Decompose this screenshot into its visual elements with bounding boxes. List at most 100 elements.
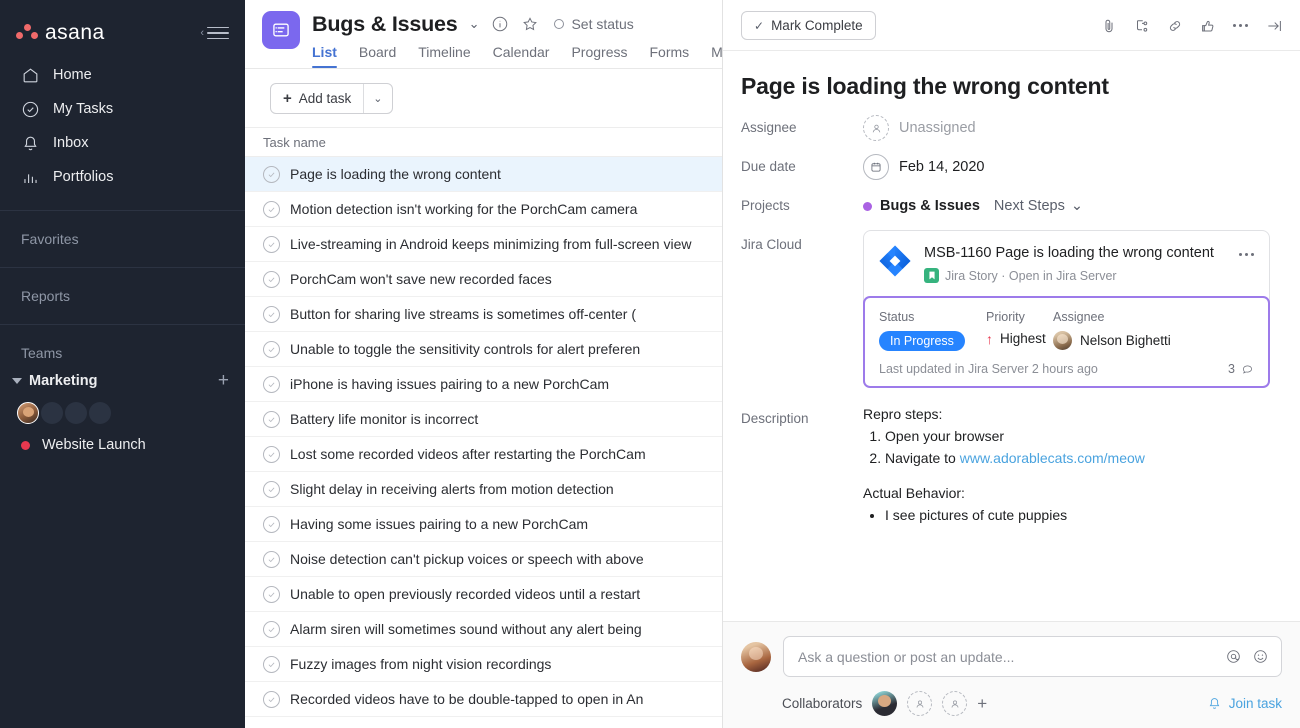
avatar[interactable]: [89, 402, 111, 424]
divider: [0, 324, 245, 325]
jira-issue-type[interactable]: Jira Story · Open in Jira Server: [945, 269, 1117, 283]
complete-checkbox[interactable]: [263, 201, 280, 218]
tab-forms[interactable]: Forms: [650, 44, 690, 68]
description-link[interactable]: www.adorablecats.com/meow: [960, 450, 1145, 466]
sidebar-item-my-tasks[interactable]: My Tasks: [0, 92, 245, 126]
avatar[interactable]: [65, 402, 87, 424]
sidebar-project-website-launch[interactable]: Website Launch: [0, 430, 245, 460]
avatar-placeholder-icon[interactable]: [942, 691, 967, 716]
jira-card-menu-icon[interactable]: [1236, 244, 1257, 265]
complete-checkbox[interactable]: [263, 341, 280, 358]
complete-checkbox[interactable]: [263, 621, 280, 638]
complete-checkbox[interactable]: [263, 551, 280, 568]
title-row: Bugs & Issues ⌄ Set status: [312, 11, 755, 37]
chevron-down-icon[interactable]: [12, 378, 22, 384]
team-name: Marketing: [29, 373, 98, 389]
field-due-date: Due date Feb 14, 2020: [723, 143, 1300, 182]
jira-issue-title[interactable]: MSB-1160 Page is loading the wrong conte…: [924, 245, 1214, 261]
set-status-button[interactable]: Set status: [554, 16, 633, 32]
home-icon: [21, 66, 40, 85]
add-project-button[interactable]: +: [218, 371, 229, 390]
avatar: [741, 642, 771, 672]
add-task-button[interactable]: + Add task ⌄: [270, 83, 393, 114]
complete-checkbox[interactable]: [263, 481, 280, 498]
tab-timeline[interactable]: Timeline: [418, 44, 470, 68]
join-task-button[interactable]: Join task: [1207, 696, 1282, 711]
team-row-marketing[interactable]: Marketing +: [0, 367, 245, 394]
sidebar-header: asana ‹: [0, 0, 245, 50]
complete-checkbox[interactable]: [263, 411, 280, 428]
task-detail-toolbar: ✓ Mark Complete: [723, 12, 1300, 51]
tab-board[interactable]: Board: [359, 44, 396, 68]
add-task-label-wrap[interactable]: + Add task: [271, 84, 363, 113]
avatar: [1053, 331, 1072, 350]
complete-checkbox[interactable]: [263, 271, 280, 288]
assignee-value[interactable]: Unassigned: [863, 113, 1282, 143]
star-icon[interactable]: [520, 15, 539, 34]
subtask-icon[interactable]: [1131, 15, 1152, 36]
set-status-label: Set status: [571, 16, 633, 32]
at-mention-icon[interactable]: [1223, 647, 1243, 667]
tab-calendar[interactable]: Calendar: [493, 44, 550, 68]
team-member-avatars: [0, 394, 245, 430]
complete-checkbox[interactable]: [263, 656, 280, 673]
team-left: Marketing: [12, 373, 98, 389]
complete-checkbox[interactable]: [263, 586, 280, 603]
tab-list[interactable]: List: [312, 44, 337, 68]
sidebar-item-portfolios[interactable]: Portfolios: [0, 160, 245, 194]
sidebar-item-inbox[interactable]: Inbox: [0, 126, 245, 160]
project-section-selector[interactable]: Next Steps ⌄: [994, 198, 1083, 214]
actual-behavior-heading: Actual Behavior:: [863, 483, 1268, 503]
due-date-value[interactable]: Feb 14, 2020: [863, 152, 1282, 182]
jira-card-header: MSB-1160 Page is loading the wrong conte…: [864, 231, 1269, 296]
jira-card-footer: Last updated in Jira Server 2 hours ago …: [879, 362, 1254, 376]
avatar-placeholder-icon[interactable]: [907, 691, 932, 716]
add-collaborator-button[interactable]: +: [977, 695, 987, 712]
complete-checkbox[interactable]: [263, 446, 280, 463]
avatar[interactable]: [41, 402, 63, 424]
complete-checkbox[interactable]: [263, 166, 280, 183]
sidebar-item-label: Inbox: [53, 135, 88, 151]
collapse-menu-icon[interactable]: ‹: [200, 27, 229, 40]
description-value[interactable]: Repro steps: Open your browser Navigate …: [863, 404, 1282, 525]
field-label: Status: [879, 310, 986, 324]
tab-progress[interactable]: Progress: [571, 44, 627, 68]
chevron-down-icon[interactable]: ⌄: [469, 16, 480, 32]
jira-card-text: MSB-1160 Page is loading the wrong conte…: [924, 244, 1224, 283]
project-chip[interactable]: Bugs & Issues: [863, 198, 980, 214]
jira-comment-count[interactable]: 3: [1228, 362, 1254, 376]
avatar[interactable]: [17, 402, 39, 424]
thumbs-up-icon[interactable]: [1197, 15, 1218, 36]
expand-right-icon[interactable]: [1263, 15, 1284, 36]
jira-assignee-value[interactable]: Nelson Bighetti: [1053, 331, 1171, 350]
join-task-label: Join task: [1229, 696, 1282, 711]
list-view-icon: [262, 11, 300, 49]
complete-checkbox[interactable]: [263, 236, 280, 253]
link-icon[interactable]: [1164, 15, 1185, 36]
emoji-icon[interactable]: [1250, 647, 1270, 667]
project-name: Bugs & Issues: [880, 198, 980, 214]
complete-checkbox[interactable]: [263, 691, 280, 708]
status-badge[interactable]: In Progress: [879, 331, 965, 351]
add-task-dropdown[interactable]: ⌄: [364, 84, 391, 113]
more-horizontal-icon[interactable]: [1230, 15, 1251, 36]
mark-complete-label: Mark Complete: [771, 18, 863, 33]
description-body: Repro steps: Open your browser Navigate …: [863, 404, 1268, 525]
column-label: Task name: [263, 135, 326, 150]
priority-value[interactable]: ↑ Highest: [986, 331, 1053, 346]
list-item: Open your browser: [885, 426, 1268, 446]
complete-checkbox[interactable]: [263, 306, 280, 323]
comment-input[interactable]: Ask a question or post an update...: [783, 636, 1282, 677]
main-area: Bugs & Issues ⌄ Set status List Board Ti…: [245, 0, 1300, 728]
paperclip-icon[interactable]: [1098, 15, 1119, 36]
complete-checkbox[interactable]: [263, 516, 280, 533]
chevron-left-icon: ‹: [200, 28, 204, 39]
info-icon[interactable]: [490, 15, 509, 34]
sidebar-item-home[interactable]: Home: [0, 58, 245, 92]
project-title-block: Bugs & Issues ⌄ Set status List Board Ti…: [312, 11, 755, 68]
avatar[interactable]: [872, 691, 897, 716]
field-label: Projects: [741, 191, 863, 213]
complete-checkbox[interactable]: [263, 376, 280, 393]
asana-logo[interactable]: asana: [16, 21, 105, 45]
mark-complete-button[interactable]: ✓ Mark Complete: [741, 11, 876, 40]
